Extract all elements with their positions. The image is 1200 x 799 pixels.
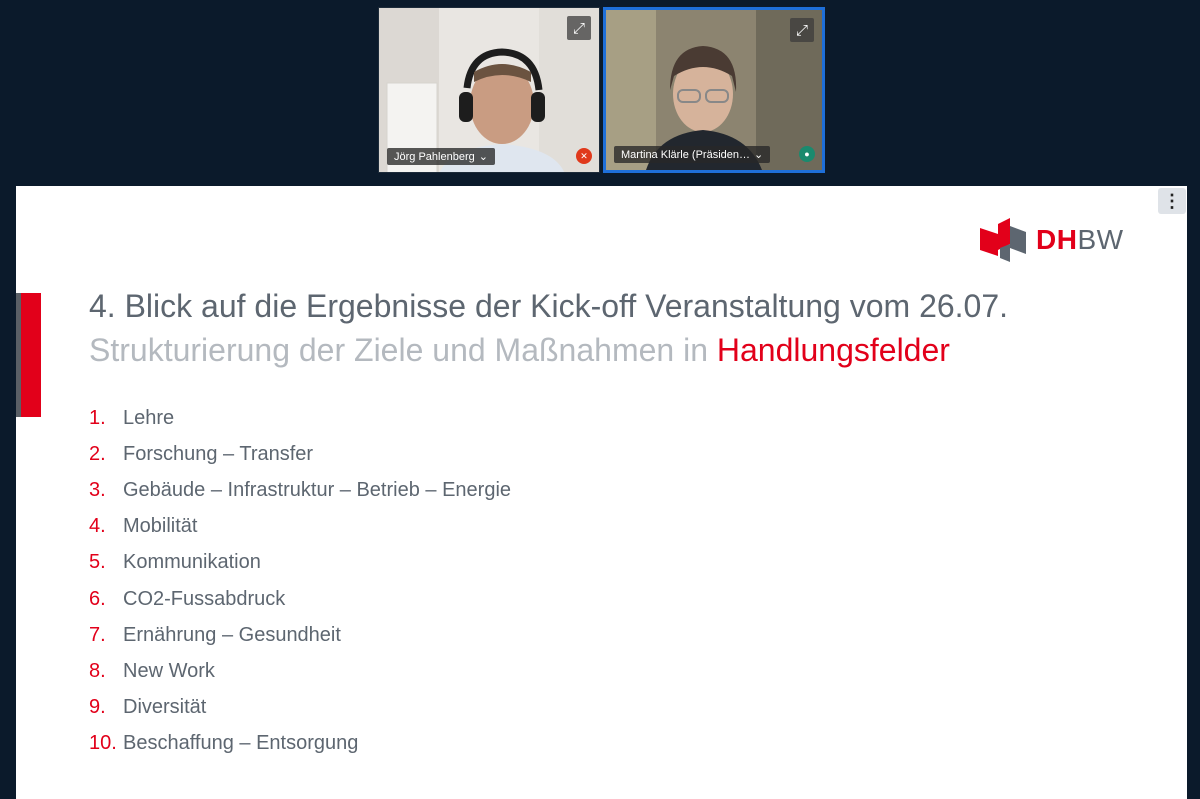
participant-name-tag[interactable]: Jörg Pahlenberg ⌄: [387, 148, 495, 165]
list-item: 4. Mobilität: [89, 515, 198, 538]
subtitle-highlight: Handlungsfelder: [716, 332, 950, 368]
list-item: 2. Forschung – Transfer: [89, 442, 314, 465]
more-options-icon[interactable]: ⋮: [1158, 188, 1186, 214]
chevron-down-icon: ⌄: [754, 149, 764, 161]
list-item: 9. Diversität: [89, 696, 207, 719]
list-item: 10. Beschaffung – Entsorgung: [89, 732, 359, 755]
dhbw-logo: DHBW: [980, 218, 1124, 262]
chevron-down-icon: ⌄: [478, 151, 488, 163]
video-tile-participant-1[interactable]: ⤢ Jörg Pahlenberg ⌄ ✕: [378, 7, 600, 173]
action-fields-list: 1. Lehre 2. Forschung – Transfer 3. Gebäude…: [89, 400, 511, 762]
slide-accent-bar: [16, 293, 41, 417]
video-tile-participant-2[interactable]: ⤢ Martina Klärle (Präsiden… ⌄ ●: [603, 7, 825, 173]
mic-muted-icon: ✕: [576, 148, 592, 164]
list-item: 1. Lehre: [89, 406, 175, 429]
slide-title: 4. Blick auf die Ergebnisse der Kick-off…: [89, 288, 1009, 324]
list-item: 3. Gebäude – Infrastruktur – Betrieb – En…: [89, 478, 512, 501]
slide-subtitle: Strukturierung der Ziele und Maßnahmen i…: [89, 332, 950, 368]
dhbw-logo-mark: [980, 218, 1026, 262]
expand-icon[interactable]: ⤢: [790, 18, 814, 42]
list-item: 5. Kommunikation: [89, 551, 261, 574]
list-item: 7. Ernährung – Gesundheit: [89, 623, 341, 646]
presentation-slide: DHBW 4. Blick auf die Ergebnisse der Kic…: [16, 186, 1187, 799]
mic-active-icon: ●: [799, 146, 815, 162]
participant-name-tag[interactable]: Martina Klärle (Präsiden… ⌄: [614, 146, 771, 163]
expand-icon[interactable]: ⤢: [567, 16, 591, 40]
list-item: 8. New Work: [89, 659, 215, 682]
logo-bw-text: BW: [1077, 224, 1124, 255]
logo-dh-text: DH: [1036, 224, 1078, 255]
list-item: 6. CO2-Fussabdruck: [89, 587, 286, 610]
